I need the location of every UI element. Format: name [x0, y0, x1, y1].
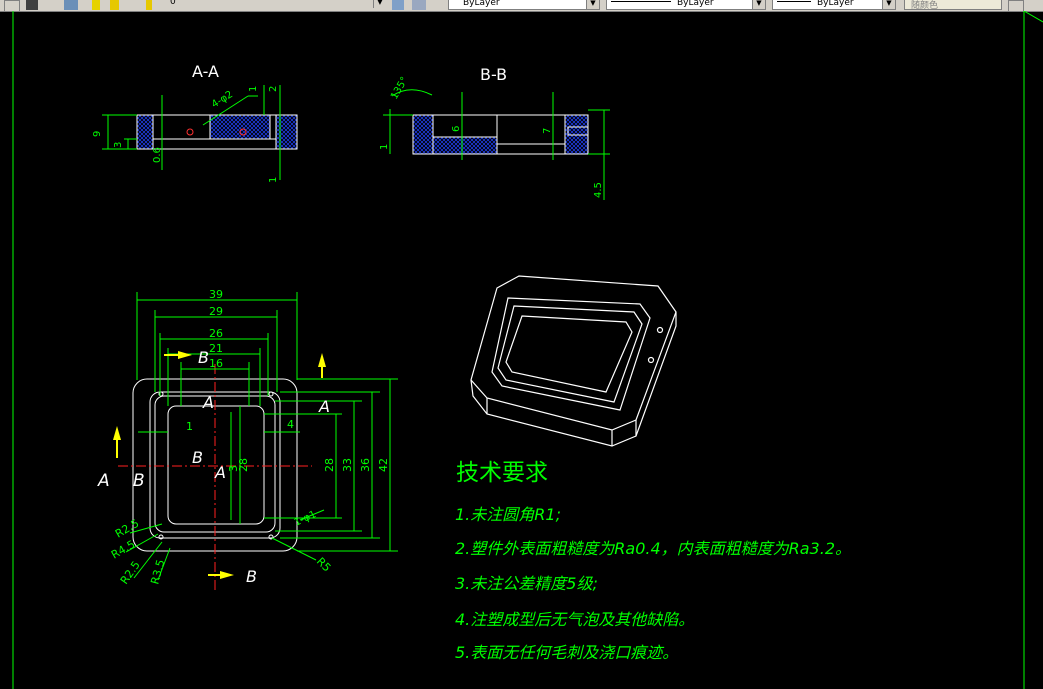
plan-dim-label: 28 — [323, 458, 336, 472]
color-select-value: ByLayer — [463, 0, 500, 8]
color-select[interactable]: ByLayer ▼ — [448, 0, 600, 10]
layer-properties-icon[interactable] — [64, 0, 78, 10]
ucs-axis-line — [1023, 11, 1043, 23]
lightbulb-icon[interactable] — [92, 0, 100, 10]
bb-dim-label: 135° — [389, 75, 411, 101]
plotstyle-select[interactable]: 随颜色 — [904, 0, 1002, 10]
bb-hatch-bottom — [432, 136, 498, 155]
plan-dim-label: 36 — [359, 458, 372, 472]
section-label: B — [192, 448, 203, 467]
chevron-down-icon: ▼ — [586, 0, 599, 9]
technical-notes: 技术要求 1.未注圆角R1; 2.塑件外表面粗糙度为Ra0.4，内表面粗糙度为R… — [455, 460, 851, 662]
plan-radius-label: R2.5 — [118, 559, 143, 587]
notes-heading: 技术要求 — [456, 460, 548, 486]
aa-hatch-right — [275, 114, 298, 150]
sun-icon[interactable] — [110, 0, 119, 10]
note-item: 3.未注公差精度5级; — [455, 574, 598, 593]
layer-select[interactable]: 0 ▼ — [156, 0, 386, 10]
plan-dim-label: 1 — [186, 420, 193, 433]
iso-rim-2 — [497, 305, 643, 403]
iso-cavity — [505, 315, 633, 393]
note-item: 1.未注圆角R1; — [455, 505, 561, 524]
aa-hatch-left — [136, 114, 154, 150]
section-label: A — [97, 471, 110, 491]
note-item: 5.表面无任何毛刺及浇口痕迹。 — [455, 643, 678, 662]
aa-hatch-mid — [209, 114, 271, 140]
chevron-down-icon: ▼ — [882, 0, 895, 9]
section-view-aa: A-A 9 3 0.6 1 2 1 4-φ2 — [92, 62, 298, 183]
bb-dim-label: 6 — [451, 126, 462, 132]
section-arrow-b-bottom — [220, 571, 234, 579]
aa-dim-label: 9 — [92, 131, 103, 137]
layer-previous-icon[interactable] — [412, 0, 426, 10]
section-label: A — [202, 393, 214, 412]
section-arrow-a-left — [113, 426, 121, 440]
section-label: B — [198, 348, 209, 367]
section-label: A — [214, 463, 226, 482]
bb-dim-label: 7 — [542, 128, 553, 134]
plan-pin-hole — [268, 391, 274, 397]
plan-dim-label: 29 — [209, 305, 223, 318]
aa-dim-label: 3 — [113, 142, 124, 148]
chevron-down-icon: ▼ — [373, 0, 386, 8]
plan-dim-label: 39 — [209, 288, 223, 301]
drawing-svg[interactable]: A-A 9 3 0.6 1 2 1 4-φ2 B-B 135° 1 6 7 4.… — [0, 11, 1043, 689]
plan-radius-label: R5 — [314, 555, 334, 575]
section-label: B — [133, 471, 145, 491]
plan-view: 39 29 26 21 16 28 33 36 42 1 4 3 28 R2.5… — [97, 288, 398, 590]
note-item: 2.塑件外表面粗糙度为Ra0.4，内表面粗糙度为Ra3.2。 — [455, 539, 851, 558]
aa-title: A-A — [192, 62, 219, 81]
aa-dim-label: 0.6 — [152, 147, 163, 163]
lineweight-preview — [777, 1, 811, 2]
lock-icon[interactable] — [146, 0, 152, 10]
linetype-preview — [611, 1, 671, 2]
lineweight-select[interactable]: ByLayer ▼ — [772, 0, 896, 10]
plan-radius-label: R2.5 — [113, 517, 141, 541]
plan-dim-label: 4 — [287, 418, 294, 431]
linetype-select[interactable]: ByLayer ▼ — [606, 0, 766, 10]
lineweight-select-value: ByLayer — [817, 0, 854, 8]
drawing-canvas[interactable]: A-A 9 3 0.6 1 2 1 4-φ2 B-B 135° 1 6 7 4.… — [0, 11, 1043, 689]
plan-dim-label: 21 — [209, 342, 223, 355]
aa-dim-label: 1 — [268, 177, 279, 183]
bb-hatch-left — [412, 114, 434, 155]
section-arrow-b-top — [178, 351, 192, 359]
iso-pin-hole — [656, 326, 664, 334]
plan-radius-label: 1-φ1 — [293, 509, 318, 529]
plan-dim-label: 28 — [237, 458, 250, 472]
layer-previous-button[interactable] — [26, 0, 38, 10]
section-label: A — [318, 397, 330, 416]
bb-title: B-B — [480, 65, 507, 84]
plan-dim-label: 33 — [341, 458, 354, 472]
aa-dim-label: 2 — [268, 86, 279, 92]
bb-dim-label: 4.5 — [593, 182, 604, 198]
plan-radius-label: R4.5 — [109, 538, 137, 562]
iso-pin-hole — [647, 356, 655, 364]
plan-radius-label: R3.5 — [148, 558, 167, 586]
aa-dim-label: 1 — [248, 86, 259, 92]
bb-cavity — [496, 114, 566, 145]
isometric-view — [470, 275, 677, 447]
linetype-select-value: ByLayer — [677, 0, 714, 8]
section-arrow-a-right — [318, 353, 326, 367]
bb-pocket — [432, 114, 498, 138]
make-current-layer-icon[interactable] — [392, 0, 404, 10]
note-item: 4.注塑成型后无气泡及其他缺陷。 — [455, 610, 694, 629]
plan-dim-label: 16 — [209, 357, 223, 370]
plan-dimension-lines — [136, 292, 398, 552]
plotstyle-select-value: 随颜色 — [911, 1, 939, 10]
bb-dim-label: 1 — [379, 144, 390, 150]
plan-dim-label: 26 — [209, 327, 223, 340]
plan-dim-label: 42 — [377, 458, 390, 472]
section-label: B — [246, 567, 257, 586]
section-view-bb: B-B 135° 1 6 7 4.5 — [379, 65, 610, 200]
aa-pin-hole — [186, 128, 194, 136]
chevron-down-icon: ▼ — [752, 0, 765, 9]
layer-select-value: 0 — [170, 0, 176, 7]
